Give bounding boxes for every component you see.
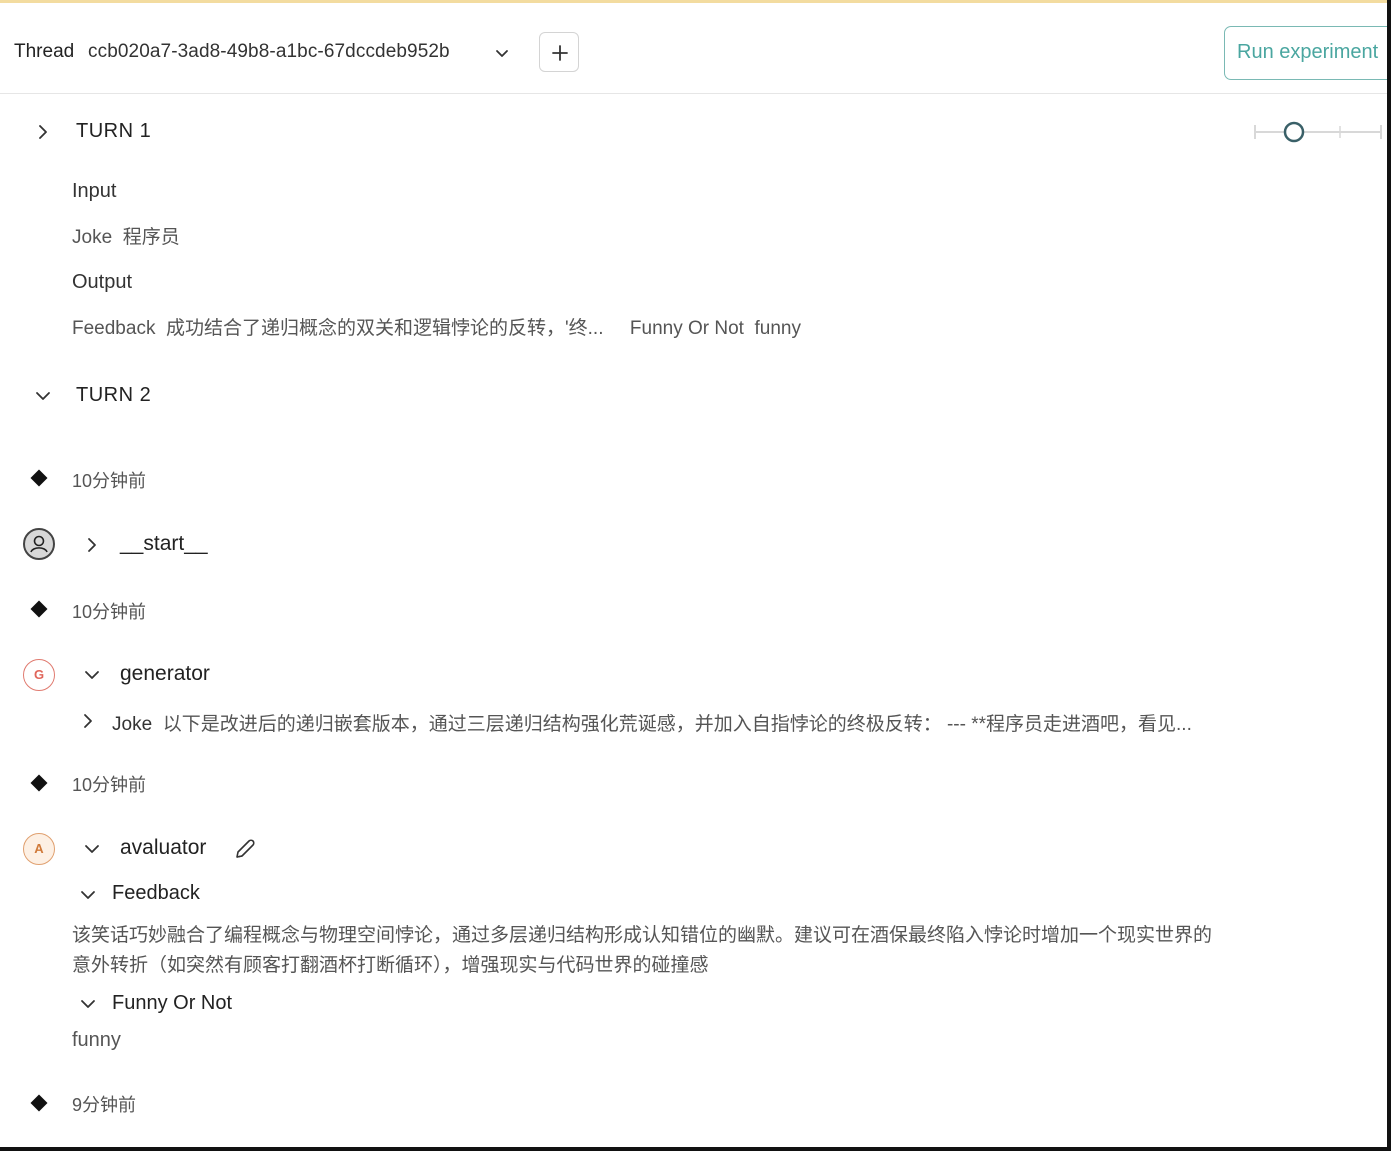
feedback-text-line1: 该笑话巧妙融合了编程概念与物理空间悖论，通过多层递归结构形成认知错位的幽默。建议… bbox=[72, 925, 1213, 946]
input-label: Input bbox=[72, 180, 117, 202]
funny-value: funny bbox=[754, 318, 801, 339]
evaluator-avatar: A bbox=[23, 833, 55, 865]
turn1-title[interactable]: TURN 1 bbox=[76, 120, 151, 143]
add-thread-button[interactable] bbox=[539, 32, 579, 72]
run-experiment-button[interactable]: Run experiment bbox=[1224, 26, 1391, 80]
feedback-text-line2: 意外转折（如突然有顾客打翻酒杯打断循环），增强现实与代码世界的碰撞感 bbox=[72, 955, 709, 976]
generator-avatar: G bbox=[23, 659, 55, 691]
feedback-value: 成功结合了递归概念的双关和逻辑悖论的反转，'终... bbox=[166, 318, 604, 339]
joke-value: 以下是改进后的递归嵌套版本，通过三层递归结构强化荒诞感，并加入自指悖论的终极反转… bbox=[162, 714, 1192, 735]
turn1-input-row: Joke 程序员 bbox=[72, 222, 180, 249]
timeline-marker bbox=[30, 774, 48, 792]
chevron-down-icon[interactable] bbox=[492, 43, 512, 63]
input-key: Joke bbox=[72, 227, 113, 248]
chevron-down-icon[interactable] bbox=[83, 840, 101, 858]
timeline-marker bbox=[30, 600, 48, 618]
generator-node-name[interactable]: generator bbox=[120, 662, 210, 686]
event-timestamp: 10分钟前 bbox=[72, 602, 147, 622]
input-value: 程序员 bbox=[122, 227, 180, 248]
chevron-down-icon[interactable] bbox=[83, 666, 101, 684]
thread-label: Thread bbox=[14, 41, 75, 62]
event-timestamp: 10分钟前 bbox=[72, 471, 147, 491]
chevron-down-icon[interactable] bbox=[79, 886, 97, 904]
timeline-marker bbox=[30, 469, 48, 487]
event-timestamp: 9分钟前 bbox=[72, 1095, 137, 1115]
turn1-output-row: Feedback 成功结合了递归概念的双关和逻辑悖论的反转，'终... Funn… bbox=[72, 313, 801, 340]
feedback-label[interactable]: Feedback bbox=[112, 882, 200, 905]
funny-or-not-label[interactable]: Funny Or Not bbox=[112, 992, 232, 1015]
funny-key: Funny Or Not bbox=[629, 318, 744, 339]
funny-or-not-value: funny bbox=[72, 1029, 121, 1051]
generator-joke-row: Joke 以下是改进后的递归嵌套版本，通过三层递归结构强化荒诞感，并加入自指悖论… bbox=[112, 709, 1192, 736]
turn-slider[interactable] bbox=[1254, 121, 1382, 143]
chevron-down-icon[interactable] bbox=[34, 387, 52, 405]
window-edge bbox=[1387, 0, 1391, 1151]
start-node-name[interactable]: __start__ bbox=[120, 532, 208, 556]
chevron-right-icon[interactable] bbox=[34, 123, 52, 141]
thread-id-selector[interactable]: ccb020a7-3ad8-49b8-a1bc-67dccdeb952b bbox=[88, 41, 450, 63]
window-edge bbox=[0, 1147, 1391, 1151]
event-timestamp: 10分钟前 bbox=[72, 775, 147, 795]
pencil-icon[interactable] bbox=[233, 837, 257, 861]
chevron-right-icon[interactable] bbox=[79, 712, 97, 730]
evaluator-node-name[interactable]: avaluator bbox=[120, 836, 206, 860]
joke-key: Joke bbox=[112, 714, 153, 735]
chevron-right-icon[interactable] bbox=[83, 536, 101, 554]
thread-header: Thread ccb020a7-3ad8-49b8-a1bc-67dccdeb9… bbox=[0, 3, 1391, 94]
feedback-key: Feedback bbox=[72, 318, 156, 339]
output-label: Output bbox=[72, 271, 133, 293]
plus-icon bbox=[552, 45, 568, 61]
timeline-marker bbox=[30, 1094, 48, 1112]
turn2-title[interactable]: TURN 2 bbox=[76, 384, 151, 407]
user-avatar-icon bbox=[23, 528, 55, 560]
chevron-down-icon[interactable] bbox=[79, 995, 97, 1013]
